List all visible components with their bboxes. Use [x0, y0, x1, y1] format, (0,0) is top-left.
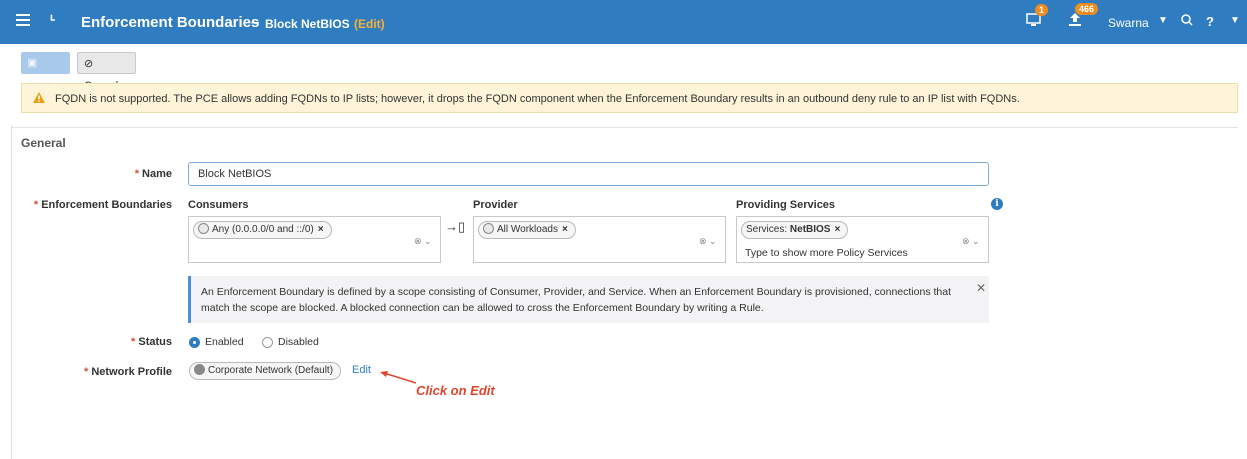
provider-select[interactable]: All Workloads × ⊗ ⌄: [473, 216, 726, 263]
save-icon: ▣: [27, 57, 38, 69]
content-border: [11, 125, 12, 459]
service-chip-prefix: Services:: [746, 224, 790, 235]
close-icon[interactable]: ✕: [976, 281, 986, 295]
save-button[interactable]: ▣ Save: [21, 52, 70, 91]
required-mark: *: [134, 168, 139, 180]
top-header: ᒻ Enforcement Boundaries – Block NetBIOS…: [0, 0, 1247, 44]
annotation-arrow-icon: [380, 371, 417, 384]
status-enabled-radio[interactable]: [189, 337, 200, 348]
status-label-text: Status: [138, 336, 172, 348]
clear-icon[interactable]: ⊗ ⌄: [699, 236, 717, 247]
status-disabled-radio[interactable]: [262, 337, 273, 348]
fqdn-warning-banner: FQDN is not supported. The PCE allows ad…: [21, 83, 1238, 113]
network-profile-value: Corporate Network (Default): [208, 365, 334, 376]
network-profile-label-text: Network Profile: [91, 366, 172, 378]
status-disabled-label[interactable]: Disabled: [278, 336, 319, 348]
flow-arrow-icon: →▯: [445, 219, 466, 234]
chevron-down-icon[interactable]: ⌄: [709, 236, 717, 246]
notifications-badge: 1: [1035, 4, 1049, 16]
service-chip-value: NetBIOS: [789, 224, 831, 235]
info-notice: An Enforcement Boundary is defined by a …: [188, 276, 989, 323]
clear-icon[interactable]: ⊗ ⌄: [962, 236, 980, 247]
required-mark: *: [33, 199, 39, 211]
cancel-icon: ⊘: [84, 58, 94, 70]
uploads-badge: 466: [1075, 3, 1099, 15]
provider-chip[interactable]: All Workloads ×: [478, 221, 576, 239]
page-title: Enforcement Boundaries: [81, 14, 260, 31]
remove-chip-icon[interactable]: ×: [562, 224, 568, 235]
menu-icon[interactable]: [16, 14, 30, 26]
chevron-down-icon[interactable]: ⌄: [972, 236, 980, 246]
status-enabled-label[interactable]: Enabled: [205, 336, 244, 348]
warning-icon: [33, 92, 45, 103]
remove-chip-icon[interactable]: ×: [834, 224, 840, 235]
provider-label: Provider: [473, 199, 518, 211]
network-profile-label: * Network Profile: [60, 366, 172, 378]
name-input[interactable]: Block NetBIOS: [188, 162, 989, 186]
warning-text: FQDN is not supported. The PCE allows ad…: [55, 93, 1020, 105]
consumers-select[interactable]: Any (0.0.0.0/0 and ::/0) × ⊗ ⌄: [188, 216, 441, 263]
notice-text: An Enforcement Boundary is defined by a …: [201, 286, 952, 314]
uploads-button[interactable]: 466: [1067, 3, 1099, 31]
app-logo-icon[interactable]: ᒻ: [50, 12, 55, 29]
user-menu[interactable]: Swarna: [1108, 16, 1149, 30]
chevron-down-icon[interactable]: ⌄: [424, 236, 432, 246]
cancel-button[interactable]: ⊘ Cancel: [77, 52, 136, 92]
section-title-general: General: [21, 136, 66, 150]
network-profile-chip: Corporate Network (Default): [189, 362, 342, 380]
boundaries-label-text: Enforcement Boundaries: [41, 199, 172, 211]
workload-icon: [483, 223, 494, 234]
iplist-icon: [198, 223, 209, 234]
consumers-label: Consumers: [188, 199, 249, 211]
required-mark: *: [83, 366, 89, 378]
network-profile-edit-link[interactable]: Edit: [352, 364, 371, 376]
clear-icon[interactable]: ⊗ ⌄: [414, 236, 432, 247]
service-chip[interactable]: Services: NetBIOS ×: [741, 221, 849, 239]
chevron-down-icon[interactable]: ▼: [1230, 15, 1240, 26]
chevron-down-icon[interactable]: ▼: [1158, 15, 1168, 26]
name-label-text: Name: [142, 168, 172, 180]
notifications-button[interactable]: 1: [1025, 4, 1049, 31]
info-icon[interactable]: i: [991, 198, 1003, 210]
annotation-text: Click on Edit: [416, 383, 495, 398]
edit-mode-label: (Edit): [354, 17, 385, 31]
remove-chip-icon[interactable]: ×: [318, 224, 324, 235]
page-subtitle: Block NetBIOS: [265, 17, 350, 31]
boundaries-label: * Enforcement Boundaries: [20, 199, 172, 211]
required-mark: *: [131, 336, 136, 348]
section-divider: [11, 127, 1238, 128]
services-select[interactable]: Services: NetBIOS × Type to show more Pol…: [736, 216, 989, 263]
consumer-chip[interactable]: Any (0.0.0.0/0 and ::/0) ×: [193, 221, 332, 239]
network-icon: [194, 364, 205, 375]
help-button[interactable]: ?: [1206, 14, 1214, 29]
consumer-chip-label: Any (0.0.0.0/0 and ::/0): [212, 224, 314, 235]
search-icon[interactable]: [1180, 13, 1194, 30]
title-separator: –: [251, 14, 260, 31]
name-label: * Name: [80, 168, 172, 180]
services-hint: Type to show more Policy Services: [745, 247, 908, 259]
providing-services-label: Providing Services: [736, 199, 836, 211]
provider-chip-label: All Workloads: [497, 224, 558, 235]
status-label: * Status: [80, 336, 172, 348]
